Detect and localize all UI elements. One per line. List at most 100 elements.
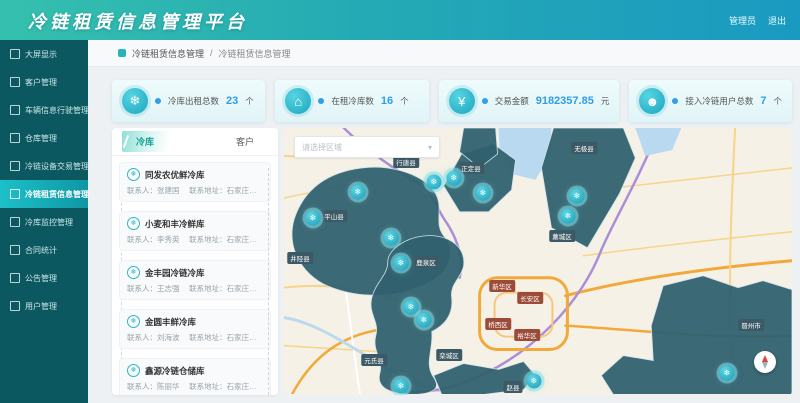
snowflake-icon: ❄ <box>355 188 362 197</box>
breadcrumb-root[interactable]: 冷链租赁信息管理 <box>132 47 204 60</box>
district-badge: 平山县 <box>321 210 347 222</box>
money-icon: ¥ <box>449 88 475 114</box>
sidebar-item-label: 客户管理 <box>25 77 57 88</box>
cold-storage-marker-icon[interactable]: ❄ <box>561 209 576 224</box>
cold-storage-marker-icon[interactable]: ❄ <box>447 171 462 186</box>
region-select-placeholder: 请选择区域 <box>302 142 342 153</box>
panel-tab[interactable]: 客户 <box>222 131 268 152</box>
warehouse-name: 小麦和丰冷鲜库 <box>145 218 205 230</box>
bullet-dot-icon <box>482 98 488 104</box>
warehouse-list-panel: 冷库 客户 ❄ 同发农优鲜冷库 联系人：张建国 联系地址：石家庄市鹿泉区向阳大街… <box>112 128 278 395</box>
address-value: 石家庄市鹿泉区向阳大街12号 <box>227 186 263 195</box>
logout-link[interactable]: 退出 <box>768 14 786 27</box>
current-user[interactable]: 管理员 <box>729 14 756 27</box>
contact-name: 刘海波 <box>157 333 180 342</box>
sidebar-nav: 大屏显示 客户管理 车辆信息行驶管理 仓库管理 冷链设备交易管理 冷链租赁信息管… <box>0 40 88 403</box>
warehouse-list-item[interactable]: ❄ 同发农优鲜冷库 联系人：张建国 联系地址：石家庄市鹿泉区向阳大街12号 <box>119 162 271 202</box>
sidebar-item-label: 冷链租赁信息管理 <box>25 189 89 200</box>
snowflake-icon: ❄ <box>724 369 731 378</box>
district-badge: 桥西区 <box>485 318 511 330</box>
breadcrumb: 冷链租赁信息管理 / 冷链租赁信息管理 <box>88 40 800 67</box>
warehouse-title-row: ❄ 金圆丰鲜冷库 <box>127 315 263 328</box>
district-badge: 正定县 <box>458 162 484 174</box>
stat-cards-row: ❄ 冷库出租总数 23 个 ⌂ 在租冷库数 16 个 ¥ 交易金额 918235… <box>112 80 792 122</box>
breadcrumb-current: 冷链租赁信息管理 <box>219 47 291 60</box>
sidebar-item[interactable]: 客户管理 <box>0 68 88 96</box>
notice-icon <box>10 273 20 283</box>
contact-label: 联系人： <box>127 186 157 195</box>
district-badge: 赵县 <box>504 381 523 393</box>
contact-name: 李秀英 <box>157 235 180 244</box>
sidebar-item-label: 冷库监控管理 <box>25 217 73 228</box>
user-icon <box>10 301 20 311</box>
sidebar-item[interactable]: 公告管理 <box>0 264 88 292</box>
cold-storage-marker-icon[interactable]: ❄ <box>306 211 321 226</box>
snowflake-icon: ❄ <box>127 315 140 328</box>
breadcrumb-icon <box>118 49 126 57</box>
address-label: 联系地址： <box>189 333 227 342</box>
chevron-down-icon: ▾ <box>428 143 432 152</box>
cold-storage-marker-icon[interactable]: ❄ <box>417 313 432 328</box>
district-badge: 鹿泉区 <box>413 256 439 268</box>
snowflake-icon: ❄ <box>398 382 405 391</box>
warehouse-list-item[interactable]: ❄ 小麦和丰冷鲜库 联系人：李秀英 联系地址：石家庄市正定县恒山东路88号 <box>119 211 271 251</box>
bullet-dot-icon <box>318 98 324 104</box>
sidebar-item-label: 合同统计 <box>25 245 57 256</box>
user-icon: ☻ <box>639 88 665 114</box>
contact-label: 联系人： <box>127 235 157 244</box>
compass-south-needle-icon <box>762 362 768 369</box>
district-badge: 藁城区 <box>549 230 575 242</box>
sidebar-item[interactable]: 大屏显示 <box>0 40 88 68</box>
cold-storage-marker-icon[interactable]: ❄ <box>527 374 542 389</box>
cold-storage-marker-icon[interactable]: ❄ <box>404 300 419 315</box>
cold-storage-marker-icon[interactable]: ❄ <box>427 175 442 190</box>
district-badge: 无极县 <box>571 142 597 154</box>
cold-storage-marker-icon[interactable]: ❄ <box>351 185 366 200</box>
warehouse-title-row: ❄ 同发农优鲜冷库 <box>127 168 263 181</box>
grid-icon <box>10 49 20 59</box>
cold-storage-marker-icon[interactable]: ❄ <box>394 379 409 394</box>
district-badge: 裕华区 <box>514 329 540 341</box>
address-value: 石家庄市长安区中山东路101号 <box>227 382 263 391</box>
contact-name: 王志强 <box>157 284 180 293</box>
cold-storage-marker-icon[interactable]: ❄ <box>476 186 491 201</box>
cold-storage-marker-icon[interactable]: ❄ <box>384 231 399 246</box>
warehouse-list-item[interactable]: ❄ 金圆丰鲜冷库 联系人：刘海波 联系地址：石家庄市栾城区裕翔街219号 <box>119 309 271 349</box>
sidebar-item[interactable]: 冷链设备交易管理 <box>0 152 88 180</box>
snowflake-icon: ❄ <box>127 168 140 181</box>
sidebar-item[interactable]: 冷链租赁信息管理 <box>0 180 88 208</box>
panel-tab[interactable]: 冷库 <box>122 131 168 152</box>
device-icon <box>10 161 20 171</box>
warehouse-icon <box>10 133 20 143</box>
region-select[interactable]: 请选择区域 ▾ <box>294 136 440 158</box>
sidebar-item[interactable]: 冷库监控管理 <box>0 208 88 236</box>
map-container[interactable]: 请选择区域 ▾ 行唐县 正定县 无极县 平山县 井陉县 鹿泉区 藁城区 晋州市 … <box>284 128 792 395</box>
sidebar-item-label: 用户管理 <box>25 301 57 312</box>
district-badge: 晋州市 <box>738 319 764 331</box>
sidebar-item[interactable]: 车辆信息行驶管理 <box>0 96 88 124</box>
warehouse-list-item[interactable]: ❄ 鑫源冷链仓储库 联系人：陈丽华 联系地址：石家庄市长安区中山东路101号 <box>119 358 271 395</box>
compass-north-needle-icon <box>762 355 768 362</box>
truck-icon <box>10 105 20 115</box>
stat-unit: 个 <box>400 95 409 107</box>
warehouse-list: ❄ 同发农优鲜冷库 联系人：张建国 联系地址：石家庄市鹿泉区向阳大街12号 ❄ … <box>119 162 271 395</box>
warehouse-list-item[interactable]: ❄ 金丰园冷链冷库 联系人：王志强 联系地址：石家庄市藁城区廉州西路36号 <box>119 260 271 300</box>
sidebar-item[interactable]: 合同统计 <box>0 236 88 264</box>
cold-storage-marker-icon[interactable]: ❄ <box>570 189 585 204</box>
snowflake-icon: ❄ <box>451 174 458 183</box>
snowflake-icon: ❄ <box>310 214 317 223</box>
cold-storage-marker-icon[interactable]: ❄ <box>394 256 409 271</box>
warehouse-icon: ⌂ <box>285 88 311 114</box>
monitor-icon <box>10 217 20 227</box>
stat-card: ¥ 交易金额 9182357.85 元 <box>439 80 620 122</box>
header-user-area: 管理员 退出 <box>729 14 786 27</box>
cold-storage-marker-icon[interactable]: ❄ <box>720 366 735 381</box>
sidebar-item[interactable]: 仓库管理 <box>0 124 88 152</box>
warehouse-name: 金圆丰鲜冷库 <box>145 316 196 328</box>
snowflake-icon: ❄ <box>421 316 428 325</box>
warehouse-title-row: ❄ 金丰园冷链冷库 <box>127 266 263 279</box>
sidebar-item[interactable]: 用户管理 <box>0 292 88 320</box>
warehouse-title-row: ❄ 鑫源冷链仓储库 <box>127 364 263 377</box>
users-icon <box>10 77 20 87</box>
compass-control[interactable] <box>754 351 776 373</box>
